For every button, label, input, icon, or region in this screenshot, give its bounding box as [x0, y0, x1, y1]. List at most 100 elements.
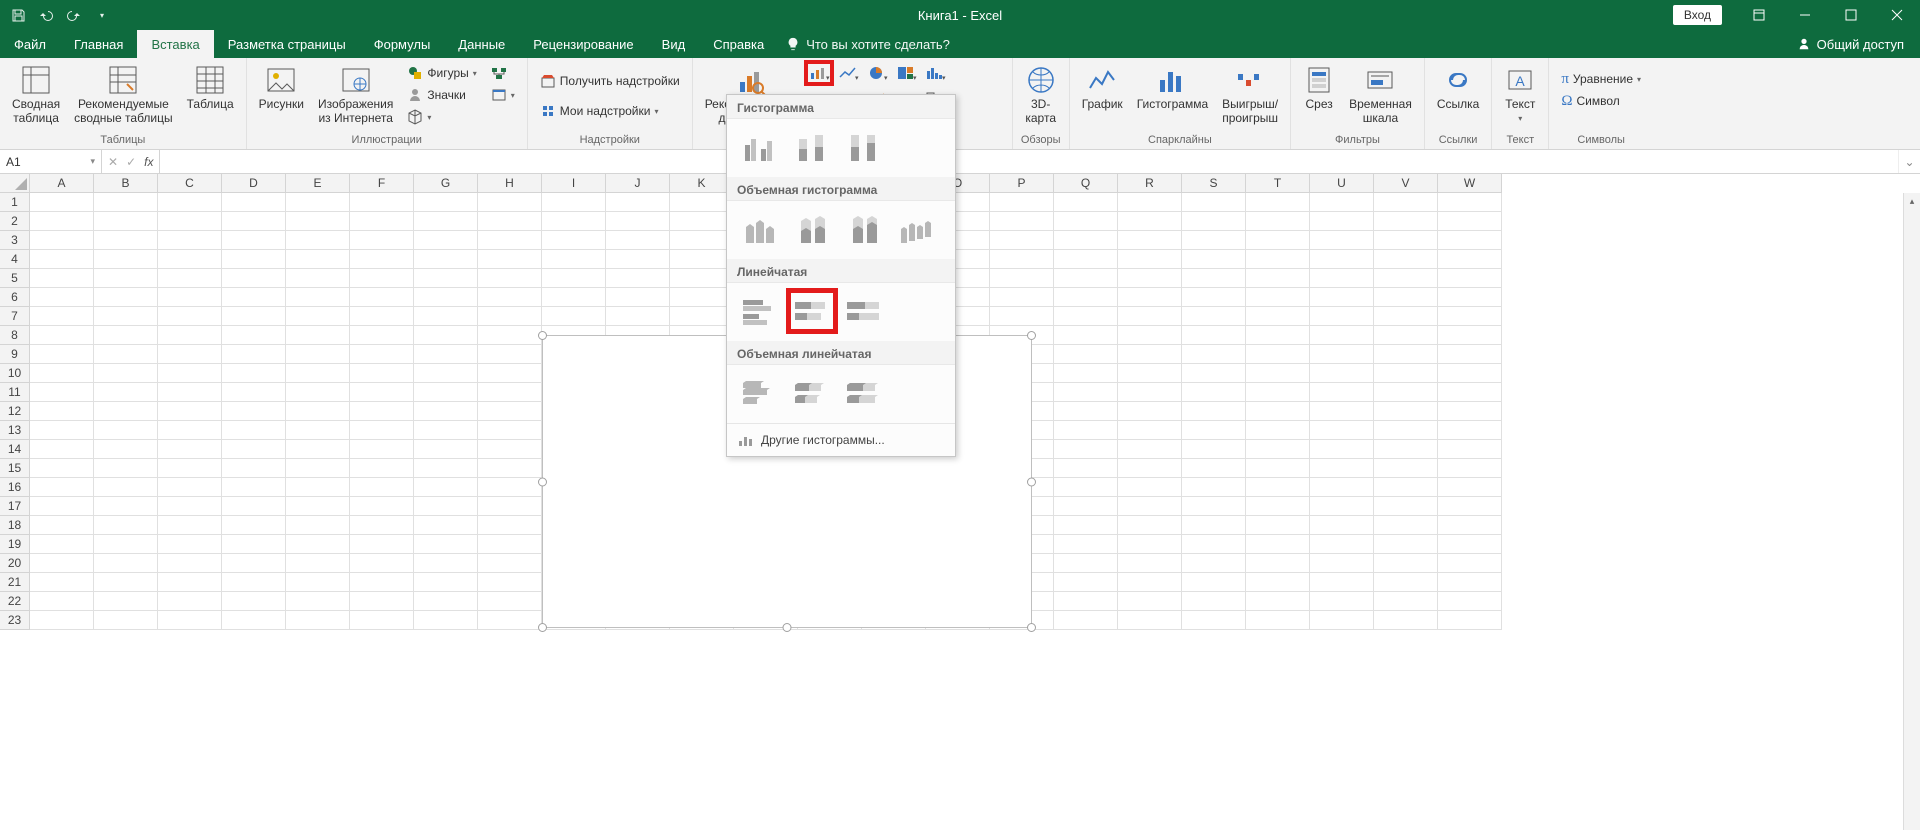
cell[interactable]	[1246, 535, 1310, 554]
cell[interactable]	[414, 459, 478, 478]
cell[interactable]	[158, 269, 222, 288]
cell[interactable]	[1054, 345, 1118, 364]
resize-handle-s[interactable]	[783, 623, 792, 632]
cell[interactable]	[1374, 459, 1438, 478]
cell[interactable]	[606, 231, 670, 250]
resize-handle-sw[interactable]	[538, 623, 547, 632]
cell[interactable]	[222, 250, 286, 269]
tab-file[interactable]: Файл	[0, 30, 60, 58]
cell[interactable]	[1438, 497, 1502, 516]
cell[interactable]	[94, 402, 158, 421]
stacked-bar-3d[interactable]	[789, 373, 835, 413]
cell[interactable]	[1182, 554, 1246, 573]
row-header[interactable]: 8	[0, 326, 30, 345]
cell[interactable]	[1054, 554, 1118, 573]
cell[interactable]	[350, 459, 414, 478]
cell[interactable]	[30, 402, 94, 421]
cell[interactable]	[30, 326, 94, 345]
cell[interactable]	[1310, 421, 1374, 440]
cell[interactable]	[1374, 421, 1438, 440]
cell[interactable]	[158, 250, 222, 269]
cell[interactable]	[30, 421, 94, 440]
cell[interactable]	[222, 345, 286, 364]
cell[interactable]	[1310, 573, 1374, 592]
cell[interactable]	[1182, 459, 1246, 478]
column-header[interactable]: C	[158, 174, 222, 193]
cell[interactable]	[414, 364, 478, 383]
cell[interactable]	[478, 554, 542, 573]
cell[interactable]	[94, 288, 158, 307]
cell[interactable]	[1118, 326, 1182, 345]
cell[interactable]	[350, 535, 414, 554]
cell[interactable]	[94, 497, 158, 516]
cell[interactable]	[222, 535, 286, 554]
timeline-button[interactable]: Временная шкала	[1343, 60, 1418, 126]
cell[interactable]	[1054, 592, 1118, 611]
cell[interactable]	[286, 383, 350, 402]
cell[interactable]	[1438, 592, 1502, 611]
resize-handle-ne[interactable]	[1027, 331, 1036, 340]
cell[interactable]	[222, 288, 286, 307]
row-header[interactable]: 5	[0, 269, 30, 288]
undo-button[interactable]	[34, 3, 58, 27]
cell[interactable]	[414, 269, 478, 288]
cell[interactable]	[1054, 307, 1118, 326]
cell[interactable]	[1438, 231, 1502, 250]
cell[interactable]	[350, 307, 414, 326]
cell[interactable]	[350, 421, 414, 440]
cell[interactable]	[1246, 326, 1310, 345]
cell[interactable]	[1054, 535, 1118, 554]
cell[interactable]	[222, 516, 286, 535]
cell[interactable]	[94, 459, 158, 478]
cell[interactable]	[350, 478, 414, 497]
cell[interactable]	[1246, 516, 1310, 535]
column-3d[interactable]	[893, 209, 939, 249]
cell[interactable]	[30, 250, 94, 269]
cell[interactable]	[94, 345, 158, 364]
cell[interactable]	[1374, 535, 1438, 554]
cell[interactable]	[286, 554, 350, 573]
cell[interactable]	[30, 516, 94, 535]
cell[interactable]	[94, 326, 158, 345]
cell[interactable]	[1310, 288, 1374, 307]
cell[interactable]	[286, 611, 350, 630]
cell[interactable]	[350, 193, 414, 212]
cell[interactable]	[1310, 592, 1374, 611]
cell[interactable]	[1182, 478, 1246, 497]
cell[interactable]	[286, 250, 350, 269]
cell[interactable]	[94, 573, 158, 592]
cell[interactable]	[1310, 611, 1374, 630]
cell[interactable]	[478, 383, 542, 402]
formula-input[interactable]	[160, 150, 1898, 173]
cell[interactable]	[350, 250, 414, 269]
cell[interactable]	[1310, 269, 1374, 288]
cell[interactable]	[478, 573, 542, 592]
link-button[interactable]: Ссылка	[1431, 60, 1485, 112]
cell[interactable]	[1054, 326, 1118, 345]
cell[interactable]	[1374, 269, 1438, 288]
cell[interactable]	[606, 212, 670, 231]
tab-formulas[interactable]: Формулы	[360, 30, 445, 58]
cell[interactable]	[1118, 554, 1182, 573]
cell[interactable]	[286, 231, 350, 250]
column-header[interactable]: R	[1118, 174, 1182, 193]
cell[interactable]	[222, 193, 286, 212]
cell[interactable]	[1182, 573, 1246, 592]
cell[interactable]	[1246, 611, 1310, 630]
cell[interactable]	[1246, 497, 1310, 516]
cell[interactable]	[1374, 516, 1438, 535]
save-button[interactable]	[6, 3, 30, 27]
cell[interactable]	[222, 497, 286, 516]
cell[interactable]	[1182, 269, 1246, 288]
cell[interactable]	[1182, 326, 1246, 345]
cell[interactable]	[1374, 364, 1438, 383]
cell[interactable]	[478, 459, 542, 478]
cell[interactable]	[414, 516, 478, 535]
cell[interactable]	[158, 288, 222, 307]
cell[interactable]	[1054, 288, 1118, 307]
cell[interactable]	[1438, 269, 1502, 288]
cell[interactable]	[478, 402, 542, 421]
cell[interactable]	[1054, 459, 1118, 478]
sparkline-line-button[interactable]: График	[1076, 60, 1129, 112]
cell[interactable]	[1182, 212, 1246, 231]
